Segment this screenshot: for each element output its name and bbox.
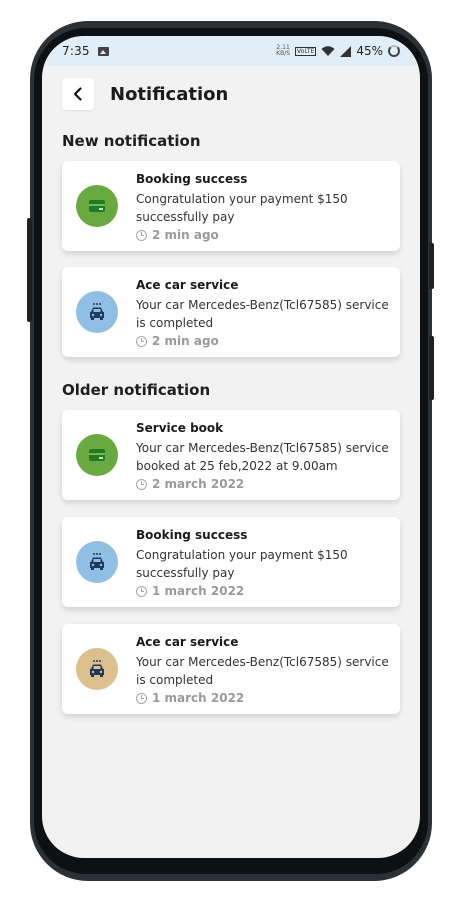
page-title: Notification	[110, 83, 229, 105]
chevron-left-icon	[73, 87, 82, 101]
battery-percent: 45%	[356, 44, 383, 58]
wallet-icon	[89, 449, 105, 461]
notification-title: Service book	[136, 421, 224, 435]
section-title-new: New notification	[62, 132, 201, 150]
notification-icon-bg	[76, 185, 118, 227]
section-title-older: Older notification	[62, 381, 211, 399]
notification-card[interactable]: Booking success Congratulation your paym…	[62, 517, 400, 607]
network-speed: 2.11 KB/S	[276, 45, 290, 57]
notification-message: Congratulation your payment $150 success…	[136, 548, 348, 580]
car-service-icon	[90, 660, 104, 677]
notification-title: Ace car service	[136, 635, 239, 649]
image-notification-icon	[97, 46, 109, 56]
volte-icon: VoLTE	[295, 46, 317, 56]
clock-icon	[136, 229, 147, 241]
notification-icon-bg	[76, 648, 118, 690]
car-service-icon	[90, 553, 104, 570]
battery-icon	[388, 45, 400, 57]
notification-message: Your car Mercedes-Benz(Tcl67585) service…	[136, 441, 389, 473]
notification-time-row: 2 min ago	[136, 332, 392, 350]
back-button[interactable]	[62, 78, 94, 110]
app-screen: 7:35 2.11 KB/S VoLTE 45% Notification Ne…	[42, 36, 420, 858]
status-bar: 7:35 2.11 KB/S VoLTE 45%	[42, 36, 420, 66]
notification-time-row: 2 min ago	[136, 226, 392, 244]
notification-message: Congratulation your payment $150 success…	[136, 192, 348, 224]
notification-card[interactable]: Service book Your car Mercedes-Benz(Tcl6…	[62, 410, 400, 500]
notification-card[interactable]: Booking success Congratulation your paym…	[62, 161, 400, 251]
car-service-icon	[90, 303, 104, 320]
clock-icon	[136, 478, 147, 490]
notification-title: Booking success	[136, 172, 248, 186]
notification-card[interactable]: Ace car service Your car Mercedes-Benz(T…	[62, 267, 400, 357]
notification-time-row: 1 march 2022	[136, 689, 392, 707]
notification-icon-bg	[76, 291, 118, 333]
notification-message: Your car Mercedes-Benz(Tcl67585) service…	[136, 655, 389, 687]
notification-title: Booking success	[136, 528, 248, 542]
notification-time: 1 march 2022	[152, 584, 245, 598]
notification-time: 2 min ago	[152, 228, 219, 242]
notification-icon-bg	[76, 541, 118, 583]
wallet-icon	[89, 200, 105, 212]
status-icons: 2.11 KB/S VoLTE 45%	[276, 44, 400, 58]
clock-icon	[136, 585, 147, 597]
wifi-icon	[321, 45, 335, 56]
notification-title: Ace car service	[136, 278, 239, 292]
notification-time: 2 march 2022	[152, 477, 245, 491]
notification-time-row: 2 march 2022	[136, 475, 392, 493]
status-time: 7:35	[62, 44, 90, 58]
notification-message: Your car Mercedes-Benz(Tcl67585) service…	[136, 298, 389, 330]
notification-card[interactable]: Ace car service Your car Mercedes-Benz(T…	[62, 624, 400, 714]
notification-time: 2 min ago	[152, 334, 219, 348]
phone-side-button	[429, 243, 434, 289]
phone-side-button	[27, 218, 32, 322]
page-header: Notification	[62, 78, 228, 110]
phone-side-button	[429, 336, 434, 400]
clock-icon	[136, 335, 147, 347]
notification-icon-bg	[76, 434, 118, 476]
signal-icon	[340, 45, 352, 57]
notification-time: 1 march 2022	[152, 691, 245, 705]
network-speed-unit: KB/S	[276, 50, 291, 57]
clock-icon	[136, 692, 147, 704]
notification-time-row: 1 march 2022	[136, 582, 392, 600]
